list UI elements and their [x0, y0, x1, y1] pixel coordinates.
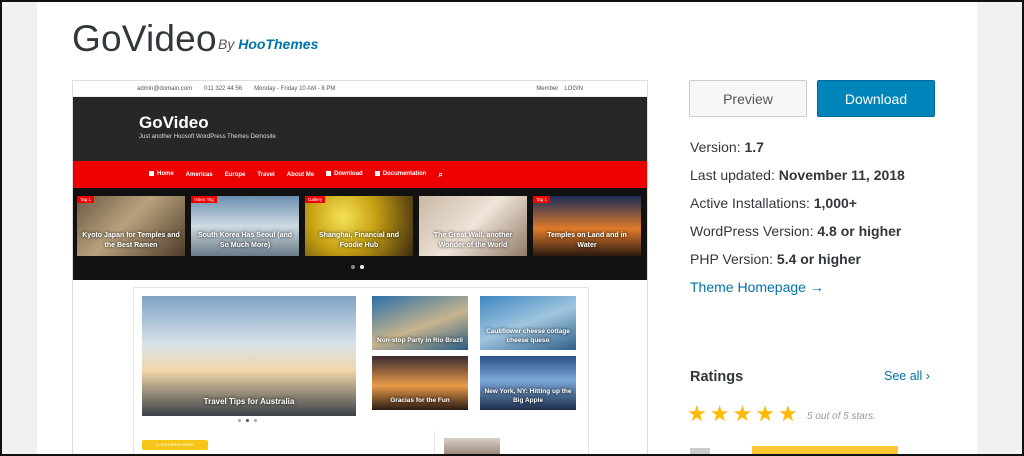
mock-topbar: admin@domain.com 011 322 44 56 Monday - … — [73, 81, 647, 97]
slide-label: Kyoto Japan for Temples and the Best Ram… — [82, 232, 180, 249]
wp-version-value: 4.8 or higher — [817, 223, 902, 239]
content-dots — [238, 419, 257, 422]
theme-byline: By HooThemes — [218, 36, 318, 52]
search-icon: ⌕ — [438, 169, 443, 179]
mini-post: Cauliflower cheese cottage cheese queso — [480, 296, 576, 350]
theme-title: GoVideo — [72, 18, 217, 59]
mini-label: Gracias for the Fun — [390, 396, 450, 404]
mini-label: Non-stop Party in Rio Brazil — [377, 336, 463, 344]
slide-card: Gallery Shanghai, Financial and Foodie H… — [305, 196, 413, 256]
slide-badge: Gallery — [305, 196, 326, 203]
mock-nav-home: Home — [149, 171, 174, 178]
slide-card: Tag 1 Kyoto Japan for Temples and the Be… — [77, 196, 185, 256]
by-label: By — [218, 36, 235, 52]
rating-bar-label — [690, 448, 710, 454]
preview-button[interactable]: Preview — [689, 80, 807, 117]
theme-homepage-link[interactable]: Theme Homepage → — [690, 273, 905, 301]
slide-card: The Great Wall, another Wonder of the Wo… — [419, 196, 527, 256]
slide-label: Temples on Land and in Water — [547, 232, 627, 249]
sidebar-thumb — [444, 438, 500, 455]
mock-login: LOGIN — [564, 85, 583, 92]
download-icon — [326, 171, 332, 177]
mock-slider: Tag 1 Kyoto Japan for Temples and the Be… — [73, 188, 647, 280]
mock-content: Travel Tips for Australia Non-stop Party… — [133, 287, 589, 455]
mock-email: admin@domain.com — [137, 85, 193, 92]
slide-badge: Tag 1 — [533, 196, 551, 203]
featured-post: Travel Tips for Australia — [142, 296, 356, 416]
installs-value: 1,000+ — [813, 195, 857, 211]
slide-label: The Great Wall, another Wonder of the Wo… — [433, 232, 513, 249]
slide-card: Tag 1 Temples on Land and in Water — [533, 196, 641, 256]
rating-bar — [752, 446, 898, 456]
version-value: 1.7 — [744, 139, 764, 155]
mock-nav-about: About Me — [286, 171, 315, 178]
wp-version-row: WordPress Version: 4.8 or higher — [690, 223, 902, 239]
mini-label: New York, NY: Hitting up the Big Apple — [484, 388, 572, 404]
home-icon — [149, 171, 154, 177]
featured-video-pill: ● FEATURED VIDEO — [142, 440, 208, 450]
content-divider — [434, 431, 435, 455]
author-link[interactable]: HooThemes — [238, 36, 318, 52]
theme-meta: Version: 1.7 Last updated: November 11, … — [690, 133, 905, 301]
mini-post: New York, NY: Hitting up the Big Apple — [480, 356, 576, 410]
slide-label: South Korea Has Seoul (and So Much More) — [197, 232, 293, 249]
mock-nav: Home Americas Europe Travel About Me Dow… — [73, 161, 647, 188]
mock-nav-europe: Europe — [224, 171, 246, 178]
featured-label: Travel Tips for Australia — [203, 397, 295, 406]
mock-nav-download: Download — [326, 171, 363, 178]
content-dot — [238, 419, 241, 422]
mini-label: Cauliflower cheese cottage cheese queso — [486, 328, 570, 344]
mock-hours: Monday - Friday 10 AM - 8 PM — [254, 85, 336, 92]
mock-nav-americas: Americas — [185, 171, 213, 178]
slider-dots — [351, 265, 364, 269]
star-icon: ★ — [709, 401, 730, 426]
mock-tagline: Just another Hoosoft WordPress Themes De… — [139, 134, 276, 140]
php-version-row: PHP Version: 5.4 or higher — [690, 251, 861, 267]
php-version-value: 5.4 or higher — [776, 251, 861, 267]
mock-member: Member — [536, 85, 559, 92]
installs-row: Active Installations: 1,000+ — [690, 195, 857, 211]
content-dot-active — [246, 419, 249, 422]
slide-badge: Video Tag — [191, 196, 217, 203]
updated-value: November 11, 2018 — [778, 167, 905, 183]
slide-label: Shanghai, Financial and Foodie Hub — [318, 232, 400, 249]
mock-site-title: GoVideo — [139, 113, 209, 132]
version-row: Version: 1.7 — [690, 139, 764, 155]
slider-dot-active — [360, 265, 364, 269]
see-all-link[interactable]: See all › — [884, 369, 930, 383]
slide-badge: Tag 1 — [77, 196, 95, 203]
star-icon: ★ — [777, 401, 798, 426]
mini-post: Gracias for the Fun — [372, 356, 468, 410]
star-icon: ★ — [732, 401, 753, 426]
mock-nav-travel: Travel — [257, 171, 275, 178]
theme-screenshot: admin@domain.com 011 322 44 56 Monday - … — [72, 80, 648, 456]
download-button[interactable]: Download — [817, 80, 935, 117]
mini-post: Non-stop Party in Rio Brazil — [372, 296, 468, 350]
ratings-heading: Ratings — [690, 369, 744, 385]
slide-card: Video Tag South Korea Has Seoul (and So … — [191, 196, 299, 256]
content-dot — [254, 419, 257, 422]
slider-dot — [351, 265, 355, 269]
star-icon: ★ — [755, 401, 775, 426]
mock-header: GoVideo Just another Hoosoft WordPress T… — [73, 97, 647, 161]
document-icon — [374, 171, 380, 177]
mock-nav-docs: Documentation — [374, 171, 426, 178]
mock-phone: 011 322 44 56 — [204, 85, 243, 92]
rating-note: 5 out of 5 stars. — [807, 411, 876, 422]
rating-stars: ★ ★ ★ ★ ★ — [687, 402, 798, 426]
star-icon: ★ — [687, 401, 707, 426]
updated-row: Last updated: November 11, 2018 — [690, 167, 905, 183]
